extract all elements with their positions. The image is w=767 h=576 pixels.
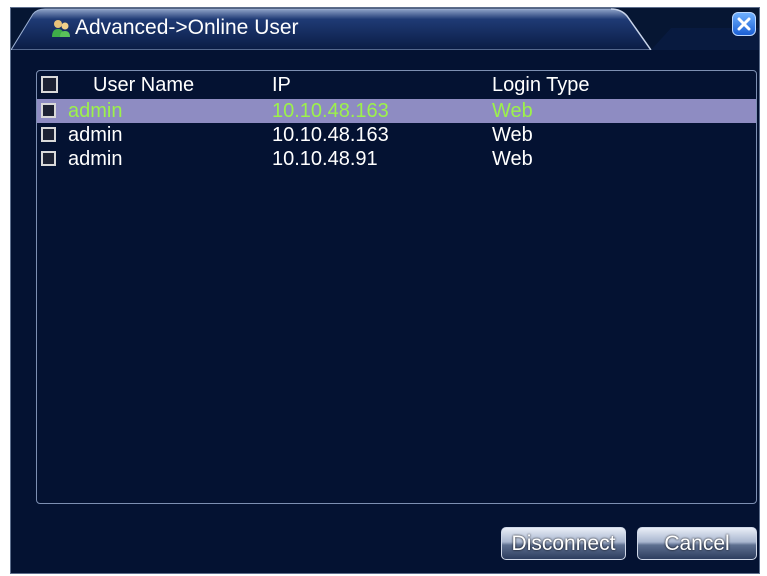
title-bar: Advanced->Online User [11,8,759,50]
online-user-dialog: Advanced->Online User User Name IP Login… [10,7,760,574]
cell-login-type: Web [492,148,533,170]
close-icon [737,17,751,31]
cell-ip: 10.10.48.163 [272,124,389,146]
cell-user-name: admin [68,148,123,170]
column-header-login-type: Login Type [492,74,590,96]
table-row[interactable]: admin 10.10.48.163 Web [37,99,756,123]
row-checkbox[interactable] [41,127,56,142]
table-row[interactable]: admin 10.10.48.91 Web [37,147,756,171]
column-header-user-name: User Name [93,74,195,96]
cell-ip: 10.10.48.163 [272,100,389,122]
disconnect-button[interactable]: Disconnect [501,527,626,560]
cell-user-name: admin [68,100,123,122]
users-icon [51,18,71,38]
dialog-title: Advanced->Online User [75,16,299,39]
table-row[interactable]: admin 10.10.48.163 Web [37,123,756,147]
column-header-ip: IP [272,74,291,96]
cell-user-name: admin [68,124,123,146]
row-checkbox[interactable] [41,103,56,118]
cancel-button[interactable]: Cancel [637,527,757,560]
close-button[interactable] [732,12,756,36]
row-checkbox[interactable] [41,151,56,166]
cell-ip: 10.10.48.91 [272,148,378,170]
cell-login-type: Web [492,100,533,122]
cell-login-type: Web [492,124,533,146]
table-header: User Name IP Login Type [37,73,756,97]
select-all-checkbox[interactable] [41,76,58,93]
online-user-list: User Name IP Login Type admin 10.10.48.1… [36,70,757,504]
